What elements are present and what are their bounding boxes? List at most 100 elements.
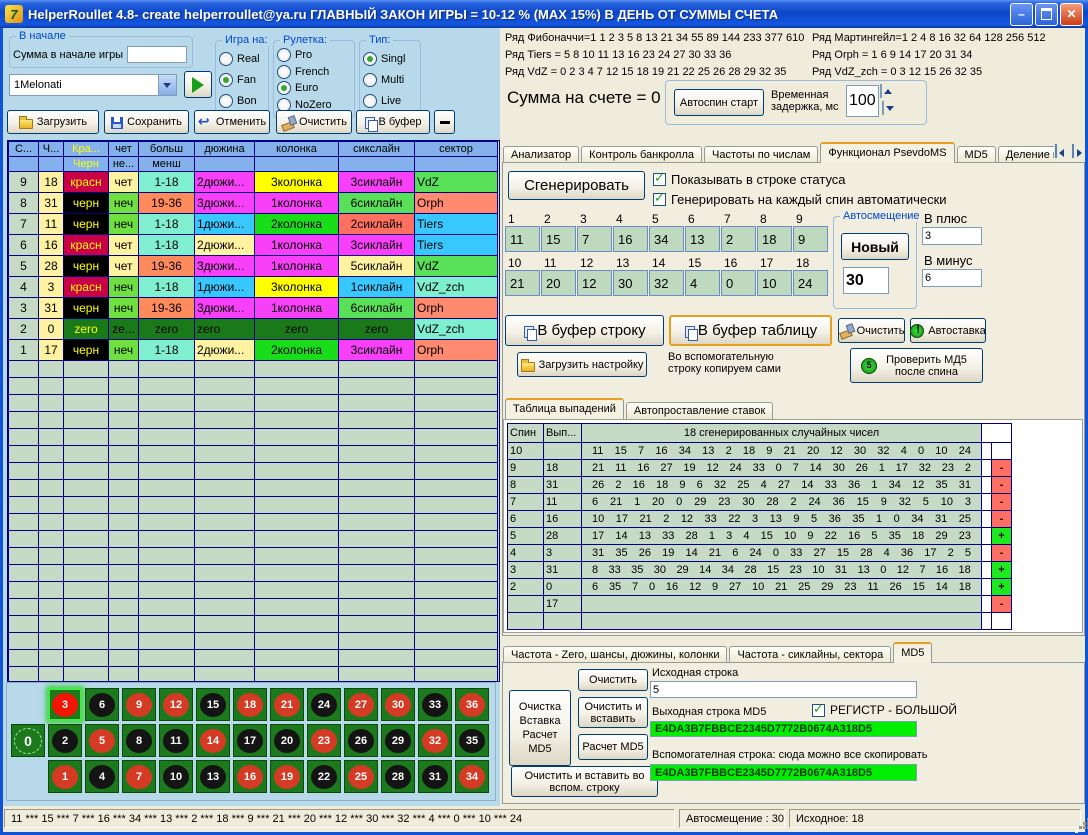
autospin-start-button[interactable]: Автоспин старт	[674, 89, 764, 116]
board-number-26[interactable]: 26	[344, 724, 378, 757]
board-number-29[interactable]: 29	[381, 724, 415, 757]
toolbar-save-button[interactable]: Сохранить	[104, 110, 189, 134]
board-number-14[interactable]: 14	[196, 724, 230, 757]
board-number-3[interactable]: 3	[48, 688, 82, 721]
show-in-status-checkbox[interactable]: Показывать в строке статуса	[653, 172, 846, 187]
radio-option-pro[interactable]: Pro	[277, 48, 351, 62]
copy-table-button[interactable]: В буфер таблицу	[669, 315, 832, 346]
new-button[interactable]: Новый	[841, 233, 909, 260]
board-number-6[interactable]: 6	[85, 688, 119, 721]
board-number-31[interactable]: 31	[418, 760, 452, 793]
start-group-title: В начале	[16, 30, 69, 42]
bottom-tab-2[interactable]: MD5	[893, 642, 932, 663]
board-number-17[interactable]: 17	[233, 724, 267, 757]
toolbar-open-folder-button[interactable]: Загрузить	[7, 110, 99, 134]
chevron-down-icon[interactable]	[158, 75, 176, 95]
board-number-30[interactable]: 30	[381, 688, 415, 721]
preset-combo[interactable]: 1Melonati	[9, 74, 177, 96]
generate-button[interactable]: Сгенерировать	[508, 171, 645, 200]
bottom-tab-0[interactable]: Частота - Zero, шансы, дюжины, колонки	[503, 646, 727, 663]
radio-option-french[interactable]: French	[277, 65, 351, 79]
board-number-34[interactable]: 34	[455, 760, 489, 793]
main-tab-5[interactable]: Деление ко	[998, 146, 1054, 163]
board-number-1[interactable]: 1	[48, 760, 82, 793]
minimize-button[interactable]: –	[1010, 3, 1033, 26]
board-number-28[interactable]: 28	[381, 760, 415, 793]
autobet-button[interactable]: Автоставка	[910, 318, 986, 343]
board-number-13[interactable]: 13	[196, 760, 230, 793]
board-number-16[interactable]: 16	[233, 760, 267, 793]
board-number-4[interactable]: 4	[85, 760, 119, 793]
board-number-11[interactable]: 11	[159, 724, 193, 757]
radio-option-real[interactable]: Real	[219, 52, 265, 66]
uppercase-checkbox[interactable]: РЕГИСТР - БОЛЬШОЙ	[812, 703, 957, 717]
generate-each-spin-checkbox[interactable]: Генерировать на каждый спин автоматическ…	[653, 192, 947, 207]
board-number-5[interactable]: 5	[85, 724, 119, 757]
minus-input[interactable]	[922, 269, 982, 287]
board-number-9[interactable]: 9	[122, 688, 156, 721]
radio-option-multi[interactable]: Multi	[363, 73, 417, 87]
toolbar-copy-button[interactable]: В буфер	[356, 110, 430, 134]
board-number-0[interactable]: 0	[11, 724, 45, 757]
main-tab-1[interactable]: Контроль банкролла	[581, 146, 702, 163]
load-config-button[interactable]: Загрузить настройку	[517, 352, 647, 377]
board-number-23[interactable]: 23	[307, 724, 341, 757]
maximize-button[interactable]	[1035, 3, 1058, 26]
board-number-7[interactable]: 7	[122, 760, 156, 793]
source-string-input[interactable]	[650, 681, 917, 698]
board-number-20[interactable]: 20	[270, 724, 304, 757]
copy-row-button[interactable]: В буфер строку	[505, 315, 664, 346]
inner-tab-1[interactable]: Автопроставление ставок	[626, 402, 773, 419]
board-number-33[interactable]: 33	[418, 688, 452, 721]
radio-option-live[interactable]: Live	[363, 94, 417, 108]
md5-output-field[interactable]: E4DA3B7FBBCE2345D7772B0674A318D5	[650, 721, 917, 737]
md5-clear-button[interactable]: Очистить	[578, 669, 648, 691]
main-tab-0[interactable]: Анализатор	[503, 146, 579, 163]
main-tab-3[interactable]: Функционал PsevdoMS	[820, 142, 954, 163]
radio-option-bon[interactable]: Bon	[219, 94, 265, 108]
toolbar-clean-button[interactable]: Очистить	[276, 110, 352, 134]
play-button[interactable]	[184, 71, 212, 98]
board-number-18[interactable]: 18	[233, 688, 267, 721]
board-number-2[interactable]: 2	[48, 724, 82, 757]
board-number-15[interactable]: 15	[196, 688, 230, 721]
tab-scroll-right-icon[interactable]	[1072, 144, 1074, 158]
close-button[interactable]: ✕	[1060, 3, 1083, 26]
clear-button[interactable]: Очистить	[838, 318, 905, 343]
radio-option-fan[interactable]: Fan	[219, 73, 265, 87]
board-number-22[interactable]: 22	[307, 760, 341, 793]
radio-option-euro[interactable]: Euro	[277, 81, 351, 95]
toolbar-undo-button[interactable]: Отменить	[194, 110, 270, 134]
board-number-35[interactable]: 35	[455, 724, 489, 757]
board-number-27[interactable]: 27	[344, 688, 378, 721]
start-sum-input[interactable]	[127, 46, 187, 63]
resize-grip[interactable]	[1079, 826, 1082, 829]
main-tab-2[interactable]: Частоты по числам	[704, 146, 818, 163]
board-number-10[interactable]: 10	[159, 760, 193, 793]
tab-scroll-left-icon[interactable]	[1055, 144, 1057, 158]
board-number-32[interactable]: 32	[418, 724, 452, 757]
delay-input[interactable]	[846, 85, 879, 117]
toolbar-minus-button[interactable]	[434, 110, 455, 134]
md5-clear-paste-aux-button[interactable]: Очистить и вставить во вспом. строку	[511, 766, 658, 797]
md5-calc-button[interactable]: Расчет MD5	[578, 734, 648, 760]
bottom-tab-1[interactable]: Частота - сиклайны, сектора	[729, 646, 891, 663]
board-number-19[interactable]: 19	[270, 760, 304, 793]
md5-big-button[interactable]: Очистка Вставка Расчет MD5	[509, 690, 571, 766]
md5-clear-paste-button[interactable]: Очистить и вставить	[578, 697, 648, 728]
board-number-24[interactable]: 24	[307, 688, 341, 721]
md5-aux-field[interactable]: E4DA3B7FBBCE2345D7772B0674A318D5	[650, 764, 917, 781]
board-number-8[interactable]: 8	[122, 724, 156, 757]
board-number-12[interactable]: 12	[159, 688, 193, 721]
board-number-25[interactable]: 25	[344, 760, 378, 793]
autoshift-value-input[interactable]	[843, 267, 889, 294]
inner-tab-0[interactable]: Таблица выпадений	[505, 398, 624, 419]
check-md5-button[interactable]: Проверить МД5 после спина	[850, 348, 983, 383]
board-number-36[interactable]: 36	[455, 688, 489, 721]
main-tab-4[interactable]: MD5	[957, 146, 996, 163]
radio-option-singl[interactable]: Singl	[363, 52, 417, 66]
spinner-down-icon[interactable]	[882, 101, 884, 115]
board-number-21[interactable]: 21	[270, 688, 304, 721]
spinner-up-icon[interactable]	[880, 84, 882, 98]
plus-input[interactable]	[922, 227, 982, 245]
